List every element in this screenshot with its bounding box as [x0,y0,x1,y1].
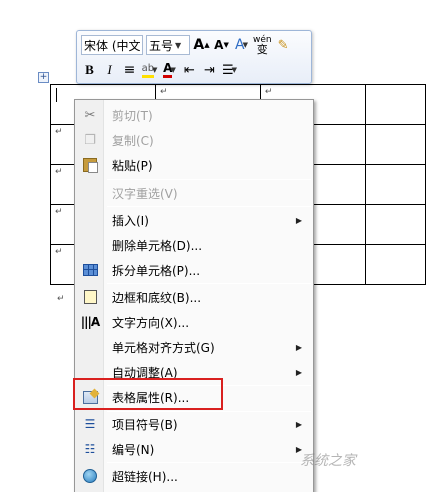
format-painter-button[interactable]: ✎ [275,35,292,55]
numbered-list-icon: ☷ [84,442,96,456]
menu-item-paste[interactable]: 粘贴(P) [76,153,312,177]
menu-item-split-cells[interactable]: 拆分单元格(P)... [76,258,312,282]
menu-item-label: 超链接(H)... [112,469,178,484]
table-cell[interactable] [364,164,426,205]
red-highlight-box [73,378,223,410]
cell-end-mark: ↵ [159,87,168,97]
text-cursor [56,88,57,102]
bold-button[interactable]: B [81,60,98,80]
menu-item-insert[interactable]: 插入(I) ▶ [76,208,312,232]
font-name-value: 宋体 (中文 [84,38,141,53]
font-size-value: 五号 [149,38,174,53]
hyperlink-icon [76,464,104,488]
menu-item-label: 拆分单元格(P)... [112,263,201,278]
bullet-list-icon: ☰ [84,417,96,431]
menu-item-label: 插入(I) [112,213,149,228]
menu-item-cut[interactable]: ✂ 剪切(T) [76,103,312,127]
center-align-icon: ≡ [123,62,136,78]
table-cell[interactable] [364,124,426,165]
increase-indent-button[interactable]: ⇥ [201,60,218,80]
menu-item-borders-shading[interactable]: 边框和底纹(B)... [76,285,312,309]
highlight-button[interactable]: ab ▼ [141,60,158,80]
submenu-arrow-icon: ▶ [295,367,302,377]
italic-button[interactable]: I [101,60,118,80]
menu-item-delete-cells[interactable]: 删除单元格(D)... [76,233,312,257]
phonetic-guide-button[interactable]: wén 变 [253,35,272,56]
menu-separator [107,179,311,180]
cell-end-mark: ↵ [55,127,63,137]
menu-item-label: 复制(C) [112,133,154,148]
menu-item-label: 汉字重选(V) [112,186,178,201]
styles-button[interactable]: A ▼ [233,35,250,55]
context-menu: ✂ 剪切(T) ❐ 复制(C) 粘贴(P) 汉字重选(V) 插入(I) ▶ 删除… [74,99,314,492]
shrink-font-icon: A [214,38,224,52]
chevron-down-icon: ▼ [175,40,182,50]
menu-item-label: 删除单元格(D)... [112,238,203,253]
table-cell[interactable] [364,244,426,285]
grow-font-icon: A [193,37,205,53]
cell-end-mark: ↵ [55,207,63,217]
submenu-arrow-icon: ▶ [295,419,302,429]
split-cells-icon [76,258,104,282]
decrease-indent-icon: ⇤ [184,62,195,78]
menu-item-numbering[interactable]: ☷ 编号(N) ▶ [76,437,312,461]
menu-item-copy[interactable]: ❐ 复制(C) [76,128,312,152]
bullets-button[interactable]: ☰ ▼ [221,60,238,80]
menu-item-bullets[interactable]: ☰ 项目符号(B) ▶ [76,412,312,436]
watermark: 系统之家 [300,453,356,469]
italic-icon: I [107,62,112,77]
paragraph-mark: ↵ [57,294,65,304]
menu-item-reconvert[interactable]: 汉字重选(V) [76,181,312,205]
menu-item-label: 边框和底纹(B)... [112,290,202,305]
table-cell[interactable] [364,84,426,125]
submenu-arrow-icon: ▶ [295,215,302,225]
menu-separator [107,206,311,207]
decrease-indent-button[interactable]: ⇤ [181,60,198,80]
bold-icon: B [85,62,94,77]
font-size-combo[interactable]: 五号 ▼ [146,35,190,55]
menu-item-hyperlink[interactable]: 超链接(H)... [76,464,312,488]
table-move-handle[interactable]: + [38,72,49,83]
submenu-arrow-icon: ▶ [295,342,302,352]
menu-item-label: 编号(N) [112,442,155,457]
chevron-down-icon: ▼ [170,66,176,74]
menu-separator [107,462,311,463]
menu-item-cell-alignment[interactable]: 单元格对齐方式(G) ▶ [76,335,312,359]
mini-toolbar: 宋体 (中文 五号 ▼ A ▲ A ▼ A ▼ wén 变 ✎ B I ≡ ab ▼ A ▼ [76,30,312,84]
table-cell[interactable] [364,204,426,245]
chevron-down-icon: ▼ [152,66,158,74]
text-direction-icon: |||A [80,315,100,329]
chevron-down-icon: ▼ [231,66,238,74]
menu-item-text-direction[interactable]: |||A 文字方向(X)... [76,310,312,334]
format-painter-icon: ✎ [277,37,289,53]
menu-item-label: 单元格对齐方式(G) [112,340,215,355]
copy-icon: ❐ [84,132,96,148]
shrink-font-button[interactable]: A ▼ [213,35,230,55]
borders-icon [76,285,104,309]
font-color-button[interactable]: A ▼ [161,60,178,80]
grow-font-button[interactable]: A ▲ [193,35,210,55]
scissors-icon: ✂ [84,107,96,123]
menu-item-label: 剪切(T) [112,108,153,123]
menu-item-label: 文字方向(X)... [112,315,190,330]
increase-indent-icon: ⇥ [204,62,215,78]
menu-separator [107,283,311,284]
cell-end-mark: ↵ [55,247,63,257]
font-name-combo[interactable]: 宋体 (中文 [81,35,143,55]
paste-icon [76,153,104,177]
chevron-down-icon: ▼ [242,41,248,49]
menu-item-label: 粘贴(P) [112,158,153,173]
cell-end-mark: ↵ [55,167,63,177]
menu-item-label: 项目符号(B) [112,417,178,432]
cell-end-mark: ↵ [264,87,273,97]
center-align-button[interactable]: ≡ [121,60,138,80]
